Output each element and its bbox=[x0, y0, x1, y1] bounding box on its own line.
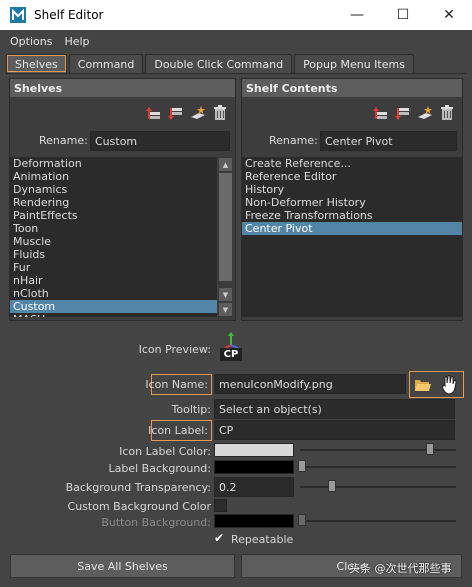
shelf-rename-row: Rename: Custom bbox=[10, 131, 235, 151]
list-item[interactable]: Non-Deformer History bbox=[242, 196, 462, 209]
list-item[interactable]: Freeze Transformations bbox=[242, 209, 462, 222]
menu-bar: Options Help bbox=[0, 30, 472, 52]
delete-shelf-icon[interactable] bbox=[209, 103, 231, 123]
icon-preview-text: CP bbox=[220, 348, 242, 361]
label-background-slider[interactable] bbox=[300, 466, 456, 468]
pick-icon-hand-icon[interactable] bbox=[437, 373, 461, 396]
item-rename-input[interactable]: Center Pivot bbox=[320, 131, 457, 151]
label-background-label: Label Background: bbox=[108, 462, 211, 475]
list-item[interactable]: nCloth bbox=[10, 287, 217, 300]
list-item[interactable]: Rendering bbox=[10, 196, 217, 209]
icon-preview-label: Icon Preview: bbox=[138, 343, 211, 356]
list-item[interactable]: History bbox=[242, 183, 462, 196]
icon-label-color-swatch[interactable] bbox=[214, 443, 294, 457]
shelf-contents-list[interactable]: Create Reference... Reference Editor Histo… bbox=[242, 157, 462, 317]
list-item[interactable]: Center Pivot bbox=[242, 222, 462, 235]
scroll-up-arrow-icon[interactable]: ▲ bbox=[219, 158, 232, 171]
item-rename-row: Rename: Center Pivot bbox=[242, 131, 462, 151]
list-item[interactable]: Fluids bbox=[10, 248, 217, 261]
menu-options[interactable]: Options bbox=[4, 35, 58, 48]
custom-background-color-label: Custom Background Color bbox=[67, 500, 211, 513]
menu-help[interactable]: Help bbox=[58, 35, 95, 48]
minimize-button[interactable]: — bbox=[334, 0, 380, 30]
icon-label-color-slider-handle[interactable] bbox=[425, 443, 434, 455]
list-item[interactable]: Create Reference... bbox=[242, 157, 462, 170]
button-background-slider[interactable] bbox=[300, 520, 456, 522]
icon-preview: CP bbox=[218, 332, 244, 362]
maximize-button[interactable]: ☐ bbox=[380, 0, 426, 30]
shelves-scrollbar[interactable]: ▲ ▼ ▼ bbox=[218, 157, 233, 317]
list-item[interactable]: Toon bbox=[10, 222, 217, 235]
list-item[interactable]: Fur bbox=[10, 261, 217, 274]
delete-item-icon[interactable] bbox=[436, 103, 458, 123]
background-transparency-label: Background Transparency: bbox=[65, 481, 211, 494]
background-transparency-slider[interactable] bbox=[300, 486, 456, 488]
shelves-toolbar bbox=[143, 103, 231, 123]
scroll-down-arrow-icon[interactable]: ▼ bbox=[219, 303, 232, 316]
move-up-icon[interactable] bbox=[143, 103, 165, 123]
button-background-label: Button Background: bbox=[101, 516, 211, 529]
label-background-swatch[interactable] bbox=[214, 460, 294, 474]
shelf-rename-input[interactable]: Custom bbox=[90, 131, 230, 151]
icon-name-label: Icon Name: bbox=[145, 378, 208, 391]
background-transparency-input[interactable]: 0.2 bbox=[214, 477, 294, 497]
list-item[interactable]: Animation bbox=[10, 170, 217, 183]
tooltip-label: Tooltip: bbox=[171, 403, 211, 416]
move-item-up-icon[interactable] bbox=[370, 103, 392, 123]
tab-divider bbox=[6, 73, 466, 74]
shelf-contents-panel: Shelf Contents Rename: Center Pivot Crea… bbox=[241, 78, 463, 321]
list-item[interactable]: nHair bbox=[10, 274, 217, 287]
button-background-slider-handle[interactable] bbox=[298, 514, 306, 526]
browse-folder-icon[interactable] bbox=[412, 374, 434, 395]
move-item-down-icon[interactable] bbox=[392, 103, 414, 123]
icon-label-input[interactable]: CP bbox=[214, 420, 455, 440]
list-item[interactable]: PaintEffects bbox=[10, 209, 217, 222]
new-shelf-icon[interactable] bbox=[187, 103, 209, 123]
button-background-swatch[interactable] bbox=[214, 514, 294, 528]
tab-strip: Shelves Command Double Click Command Pop… bbox=[6, 54, 416, 74]
background-transparency-slider-handle[interactable] bbox=[328, 480, 336, 492]
tooltip-input[interactable]: Select an object(s) bbox=[214, 399, 455, 419]
tab-shelves[interactable]: Shelves bbox=[6, 54, 67, 73]
contents-toolbar bbox=[370, 103, 458, 123]
custom-background-color-checkbox[interactable] bbox=[214, 499, 227, 512]
list-item[interactable]: Muscle bbox=[10, 235, 217, 248]
window-title: Shelf Editor bbox=[34, 8, 104, 22]
icon-label-label: Icon Label: bbox=[148, 424, 208, 437]
move-down-icon[interactable] bbox=[165, 103, 187, 123]
shelves-list[interactable]: Deformation Animation Dynamics Rendering Pai… bbox=[10, 157, 217, 317]
shelf-rename-label: Rename: bbox=[39, 134, 88, 147]
list-item[interactable]: Deformation bbox=[10, 157, 217, 170]
close-window-button[interactable]: ✕ bbox=[426, 0, 472, 30]
scroll-down-arrow-icon[interactable]: ▼ bbox=[219, 288, 232, 301]
icon-name-input[interactable]: menuIconModify.png bbox=[214, 374, 406, 394]
icon-label-color-label: Icon Label Color: bbox=[119, 445, 211, 458]
shelves-panel: Shelves Rename: Custom Deformation Animat… bbox=[9, 78, 236, 321]
list-item[interactable]: Dynamics bbox=[10, 183, 217, 196]
scroll-thumb[interactable] bbox=[219, 173, 232, 281]
title-bar: Shelf Editor — ☐ ✕ bbox=[0, 0, 472, 30]
item-rename-label: Rename: bbox=[269, 134, 318, 147]
shelves-panel-header: Shelves bbox=[10, 79, 235, 97]
list-item[interactable]: Custom bbox=[10, 300, 217, 313]
save-all-shelves-button[interactable]: Save All Shelves bbox=[10, 554, 235, 578]
tab-popup-menu-items[interactable]: Popup Menu Items bbox=[294, 54, 414, 73]
list-item[interactable]: MASH bbox=[10, 313, 217, 317]
label-background-slider-handle[interactable] bbox=[298, 460, 306, 472]
watermark-text: 头条 @次世代那些事 bbox=[349, 562, 452, 575]
repeatable-checkbox[interactable]: ✔ bbox=[214, 532, 227, 545]
shelf-contents-header: Shelf Contents bbox=[242, 79, 462, 97]
tab-command[interactable]: Command bbox=[68, 54, 144, 73]
new-item-icon[interactable] bbox=[414, 103, 436, 123]
tab-double-click-command[interactable]: Double Click Command bbox=[145, 54, 293, 73]
repeatable-label: Repeatable bbox=[231, 533, 294, 546]
maya-app-icon bbox=[10, 7, 26, 23]
list-item[interactable]: Reference Editor bbox=[242, 170, 462, 183]
